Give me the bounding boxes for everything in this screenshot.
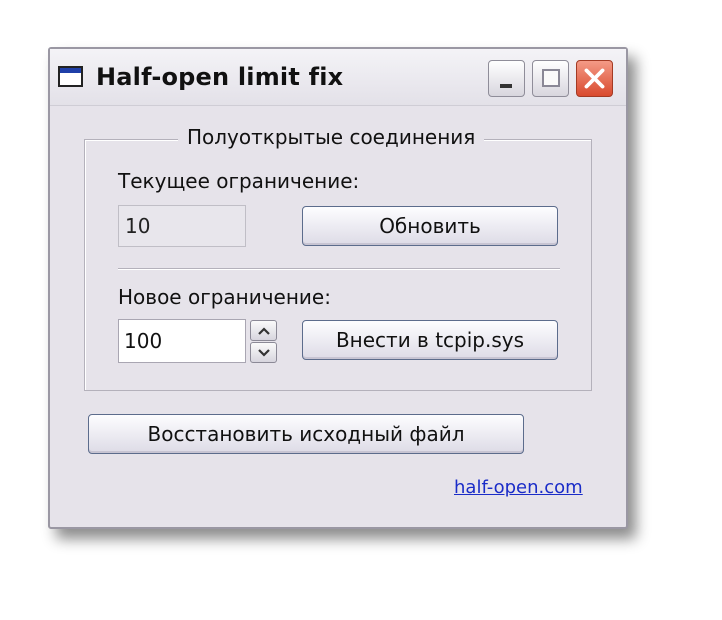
- minimize-icon: [500, 84, 512, 88]
- groupbox-legend: Полуоткрытые соединения: [178, 125, 485, 149]
- maximize-button[interactable]: [532, 60, 569, 97]
- current-limit-label: Текущее ограничение:: [118, 169, 360, 193]
- current-limit-field: 10: [118, 205, 246, 247]
- close-icon: [584, 68, 605, 89]
- window-title: Half-open limit fix: [96, 63, 344, 91]
- app-window-icon[interactable]: [58, 66, 83, 87]
- spin-down-button[interactable]: [250, 342, 277, 363]
- main-window: Half-open limit fix Полуоткрытые соедине…: [48, 47, 628, 529]
- title-bar[interactable]: Half-open limit fix: [50, 49, 626, 106]
- arrow-down-icon: [258, 349, 270, 357]
- close-button[interactable]: [576, 60, 613, 97]
- new-limit-input[interactable]: [118, 319, 246, 363]
- maximize-icon: [542, 69, 560, 87]
- arrow-up-icon: [258, 327, 270, 335]
- restore-original-file-button[interactable]: Восстановить исходный файл: [88, 414, 524, 454]
- spin-up-button[interactable]: [250, 320, 277, 341]
- separator: [118, 268, 560, 270]
- new-limit-label: Новое ограничение:: [118, 285, 331, 309]
- apply-to-tcpip-button[interactable]: Внести в tcpip.sys: [302, 320, 558, 360]
- update-button[interactable]: Обновить: [302, 206, 558, 246]
- minimize-button[interactable]: [488, 60, 525, 97]
- website-link[interactable]: half-open.com: [454, 477, 583, 498]
